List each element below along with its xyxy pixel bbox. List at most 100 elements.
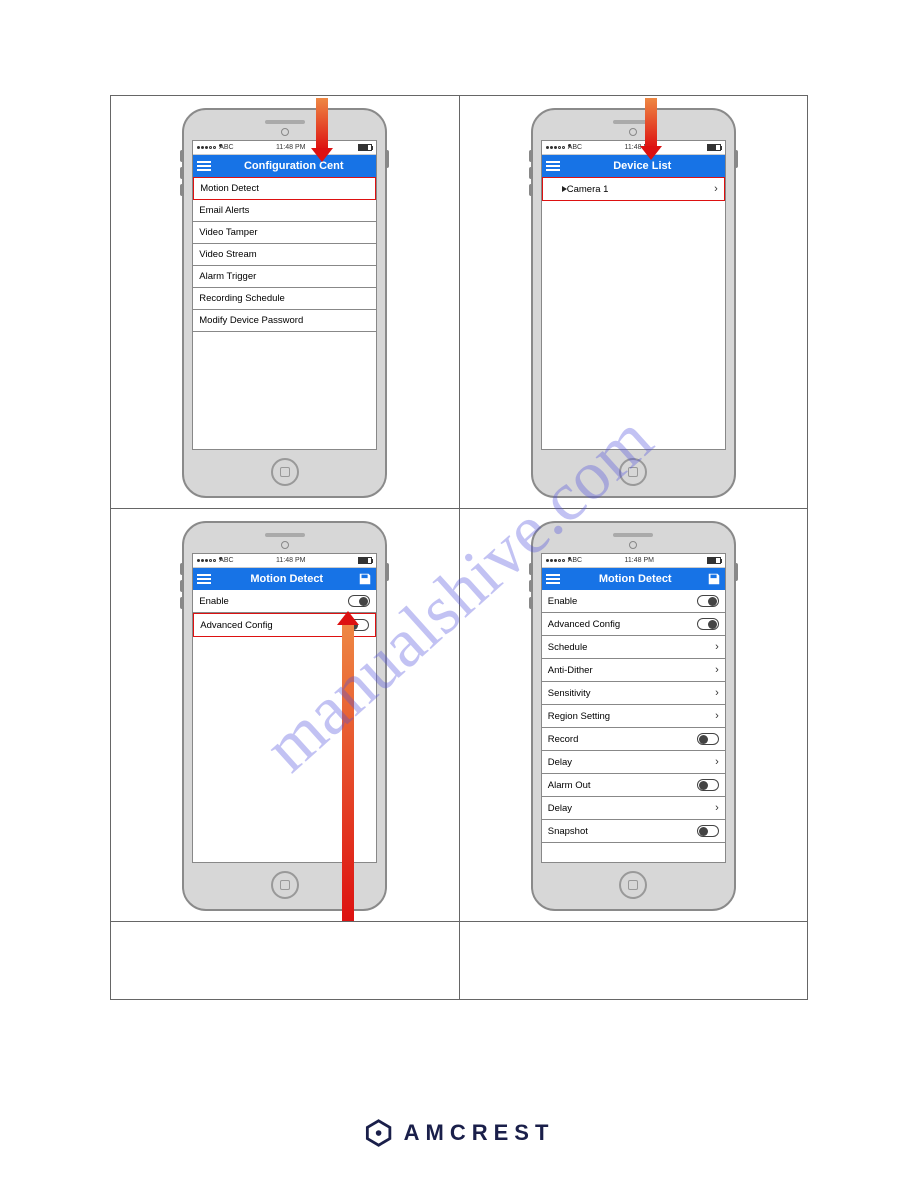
list-item-label: Snapshot	[548, 826, 588, 837]
list-item-label: Alarm Trigger	[199, 271, 256, 282]
screen-config-center: ABC 11:48 PM Configuration Cent Motion D…	[192, 140, 377, 450]
list-item[interactable]: Camera 1 ›	[542, 177, 725, 201]
list-item[interactable]: Alarm Out	[542, 774, 725, 797]
list-item[interactable]: Video Tamper	[193, 222, 376, 244]
list-item-label: Email Alerts	[199, 205, 249, 216]
brand-logo: AMCREST	[364, 1118, 555, 1148]
status-time: 11:48 PM	[276, 144, 305, 151]
red-arrow-up-icon	[342, 623, 354, 921]
carrier-label: ABC	[219, 557, 222, 560]
list-item[interactable]: Delay ›	[542, 797, 725, 820]
list-item-label: Recording Schedule	[199, 293, 285, 304]
list-item-label: Camera 1	[567, 184, 609, 195]
status-bar: ABC 11:48 PM	[542, 141, 725, 155]
status-bar: ABC 11:48 PM	[193, 554, 376, 568]
app-bar: Configuration Cent	[193, 155, 376, 177]
save-icon[interactable]	[707, 572, 721, 586]
list-item[interactable]: Enable	[193, 590, 376, 613]
list-item-label: Alarm Out	[548, 780, 591, 791]
page-title: Motion Detect	[215, 573, 358, 585]
home-button[interactable]	[271, 458, 299, 486]
list-item[interactable]: Advanced Config	[542, 613, 725, 636]
list-item-label: Record	[548, 734, 579, 745]
list-item-label: Motion Detect	[200, 183, 259, 194]
list-item[interactable]: Enable	[542, 590, 725, 613]
list-item-label: Enable	[548, 596, 578, 607]
hamburger-icon[interactable]	[546, 574, 560, 584]
toggle-switch[interactable]	[697, 779, 719, 791]
list-item[interactable]: Video Stream	[193, 244, 376, 266]
page-title: Configuration Cent	[215, 160, 372, 172]
list-item[interactable]: Recording Schedule	[193, 288, 376, 310]
list-item-label: Schedule	[548, 642, 588, 653]
list-item[interactable]: Snapshot	[542, 820, 725, 843]
list-item-label: Modify Device Password	[199, 315, 303, 326]
screen-device-list: ABC 11:48 PM Device List Camera 1 ›	[541, 140, 726, 450]
home-button[interactable]	[619, 871, 647, 899]
list-item-label: Region Setting	[548, 711, 610, 722]
chevron-right-icon: ›	[715, 664, 719, 676]
phone-mockup-4: ABC 11:48 PM Motion Detect Enable Advance…	[531, 521, 736, 911]
list-item[interactable]: Alarm Trigger	[193, 266, 376, 288]
list-item-label: Video Tamper	[199, 227, 257, 238]
list-item[interactable]: Email Alerts	[193, 200, 376, 222]
hamburger-icon[interactable]	[197, 161, 211, 171]
list-item-label: Sensitivity	[548, 688, 591, 699]
figure-grid: ABC 11:48 PM Configuration Cent Motion D…	[110, 95, 808, 1000]
red-arrow-down-icon	[316, 98, 328, 150]
list-item[interactable]: Anti-Dither ›	[542, 659, 725, 682]
status-bar: ABC 11:48 PM	[193, 141, 376, 155]
app-bar: Motion Detect	[193, 568, 376, 590]
battery-icon	[358, 144, 372, 151]
hamburger-icon[interactable]	[546, 161, 560, 171]
list-item[interactable]: Region Setting ›	[542, 705, 725, 728]
carrier-label: ABC	[219, 144, 222, 147]
home-button[interactable]	[619, 458, 647, 486]
list-item[interactable]: Sensitivity ›	[542, 682, 725, 705]
home-button[interactable]	[271, 871, 299, 899]
camera-icon	[549, 184, 563, 194]
carrier-label: ABC	[568, 144, 571, 147]
app-bar: Device List	[542, 155, 725, 177]
hamburger-icon[interactable]	[197, 574, 211, 584]
battery-icon	[707, 144, 721, 151]
status-time: 11:48 PM	[276, 557, 305, 564]
page-title: Device List	[564, 160, 721, 172]
chevron-right-icon: ›	[715, 641, 719, 653]
toggle-switch[interactable]	[697, 595, 719, 607]
battery-icon	[707, 557, 721, 564]
list-item-label: Anti-Dither	[548, 665, 593, 676]
list-item[interactable]: Schedule ›	[542, 636, 725, 659]
chevron-right-icon: ›	[715, 687, 719, 699]
battery-icon	[358, 557, 372, 564]
list-item[interactable]: Modify Device Password	[193, 310, 376, 332]
app-bar: Motion Detect	[542, 568, 725, 590]
list-item-label: Delay	[548, 803, 572, 814]
page-title: Motion Detect	[564, 573, 707, 585]
carrier-label: ABC	[568, 557, 571, 560]
red-arrow-down-icon	[645, 98, 657, 148]
chevron-right-icon: ›	[715, 756, 719, 768]
toggle-switch[interactable]	[697, 825, 719, 837]
phone-mockup-1: ABC 11:48 PM Configuration Cent Motion D…	[182, 108, 387, 498]
amcrest-hex-icon	[364, 1118, 394, 1148]
phone-mockup-3: ABC 11:48 PM Motion Detect Enable Advanc…	[182, 521, 387, 911]
phone-mockup-2: ABC 11:48 PM Device List Camera 1 ›	[531, 108, 736, 498]
status-time: 11:48 PM	[625, 557, 654, 564]
toggle-switch[interactable]	[697, 618, 719, 630]
status-bar: ABC 11:48 PM	[542, 554, 725, 568]
list-item-label: Video Stream	[199, 249, 256, 260]
toggle-switch[interactable]	[348, 595, 370, 607]
chevron-right-icon: ›	[714, 183, 718, 195]
list-item-label: Advanced Config	[548, 619, 620, 630]
toggle-switch[interactable]	[697, 733, 719, 745]
list-item[interactable]: Record	[542, 728, 725, 751]
list-item-label: Delay	[548, 757, 572, 768]
list-item-label: Enable	[199, 596, 229, 607]
chevron-right-icon: ›	[715, 710, 719, 722]
list-item[interactable]: Motion Detect	[193, 177, 376, 200]
screen-motion-detect-expanded: ABC 11:48 PM Motion Detect Enable Advance…	[541, 553, 726, 863]
save-icon[interactable]	[358, 572, 372, 586]
list-item[interactable]: Delay ›	[542, 751, 725, 774]
chevron-right-icon: ›	[715, 802, 719, 814]
